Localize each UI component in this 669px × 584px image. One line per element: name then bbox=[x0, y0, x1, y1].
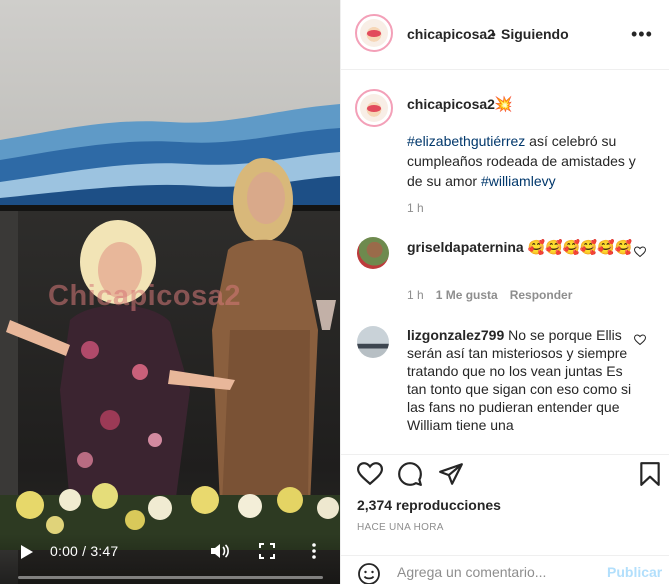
view-count[interactable]: 2,374 reproducciones bbox=[357, 497, 501, 513]
post-header: chicapicosa2 • Siguiendo ••• bbox=[341, 0, 669, 70]
caption-avatar[interactable] bbox=[355, 89, 393, 127]
share-plane-icon[interactable] bbox=[438, 461, 464, 487]
comment-likes[interactable]: 1 Me gusta bbox=[436, 288, 498, 302]
bookmark-icon[interactable] bbox=[637, 461, 663, 487]
like-heart-icon[interactable] bbox=[357, 461, 383, 487]
reply-button[interactable]: Responder bbox=[510, 288, 573, 302]
caption-text: #elizabethgutiérrez así celebró su cumpl… bbox=[407, 131, 647, 191]
comment: griseldapaternina 🥰🥰🥰🥰🥰🥰 bbox=[407, 238, 637, 256]
post-comment-button[interactable]: Publicar bbox=[607, 564, 662, 580]
post-actions: 2,374 reproducciones HACE UNA HORA Publi… bbox=[341, 454, 669, 584]
comment-meta: 1 h 1 Me gusta Responder bbox=[407, 288, 584, 302]
emoji-smiley-icon[interactable] bbox=[357, 562, 381, 584]
comment-avatar[interactable] bbox=[357, 237, 389, 269]
profile-avatar[interactable] bbox=[355, 14, 393, 52]
header-separator: • bbox=[491, 26, 496, 42]
volume-icon[interactable] bbox=[210, 542, 230, 560]
video-options-icon[interactable] bbox=[306, 542, 322, 560]
caption-username[interactable]: chicapicosa2 bbox=[407, 96, 495, 112]
header-username[interactable]: chicapicosa2 bbox=[407, 26, 495, 42]
comment-timestamp[interactable]: 1 h bbox=[407, 288, 424, 302]
following-button[interactable]: Siguiendo bbox=[501, 26, 569, 42]
comment-bubble-icon[interactable] bbox=[397, 461, 423, 487]
post-side-panel: chicapicosa2 • Siguiendo ••• chicapicosa… bbox=[340, 0, 669, 584]
video-progress-bar[interactable] bbox=[18, 576, 323, 579]
comment-username[interactable]: lizgonzalez799 bbox=[407, 327, 504, 343]
video-time: 0:00 / 3:47 bbox=[50, 543, 119, 559]
hashtag-link[interactable]: #williamlevy bbox=[481, 173, 556, 189]
comment-avatar[interactable] bbox=[357, 326, 389, 358]
heart-icon[interactable] bbox=[634, 246, 646, 258]
video-watermark: Chicapicosa2 bbox=[48, 280, 241, 312]
post-timestamp[interactable]: HACE UNA HORA bbox=[357, 522, 444, 533]
caption-emoji: 💥 bbox=[494, 96, 513, 113]
play-icon[interactable] bbox=[20, 544, 34, 560]
add-comment-bar: Publicar bbox=[341, 555, 669, 584]
fullscreen-icon[interactable] bbox=[259, 543, 275, 559]
video-player[interactable]: Chicapicosa2 0:00 / 3:47 bbox=[0, 0, 340, 584]
caption-timestamp[interactable]: 1 h bbox=[407, 201, 424, 215]
comment-input[interactable] bbox=[397, 560, 597, 584]
hashtag-link[interactable]: #elizabethgutiérrez bbox=[407, 133, 525, 149]
comment: lizgonzalez799 No se porque Ellis serán … bbox=[407, 326, 637, 446]
comment-text: 🥰🥰🥰🥰🥰🥰 bbox=[523, 239, 633, 255]
heart-icon[interactable] bbox=[634, 334, 646, 346]
comment-username[interactable]: griseldapaternina bbox=[407, 239, 524, 255]
more-horizontal-icon[interactable]: ••• bbox=[631, 24, 653, 45]
